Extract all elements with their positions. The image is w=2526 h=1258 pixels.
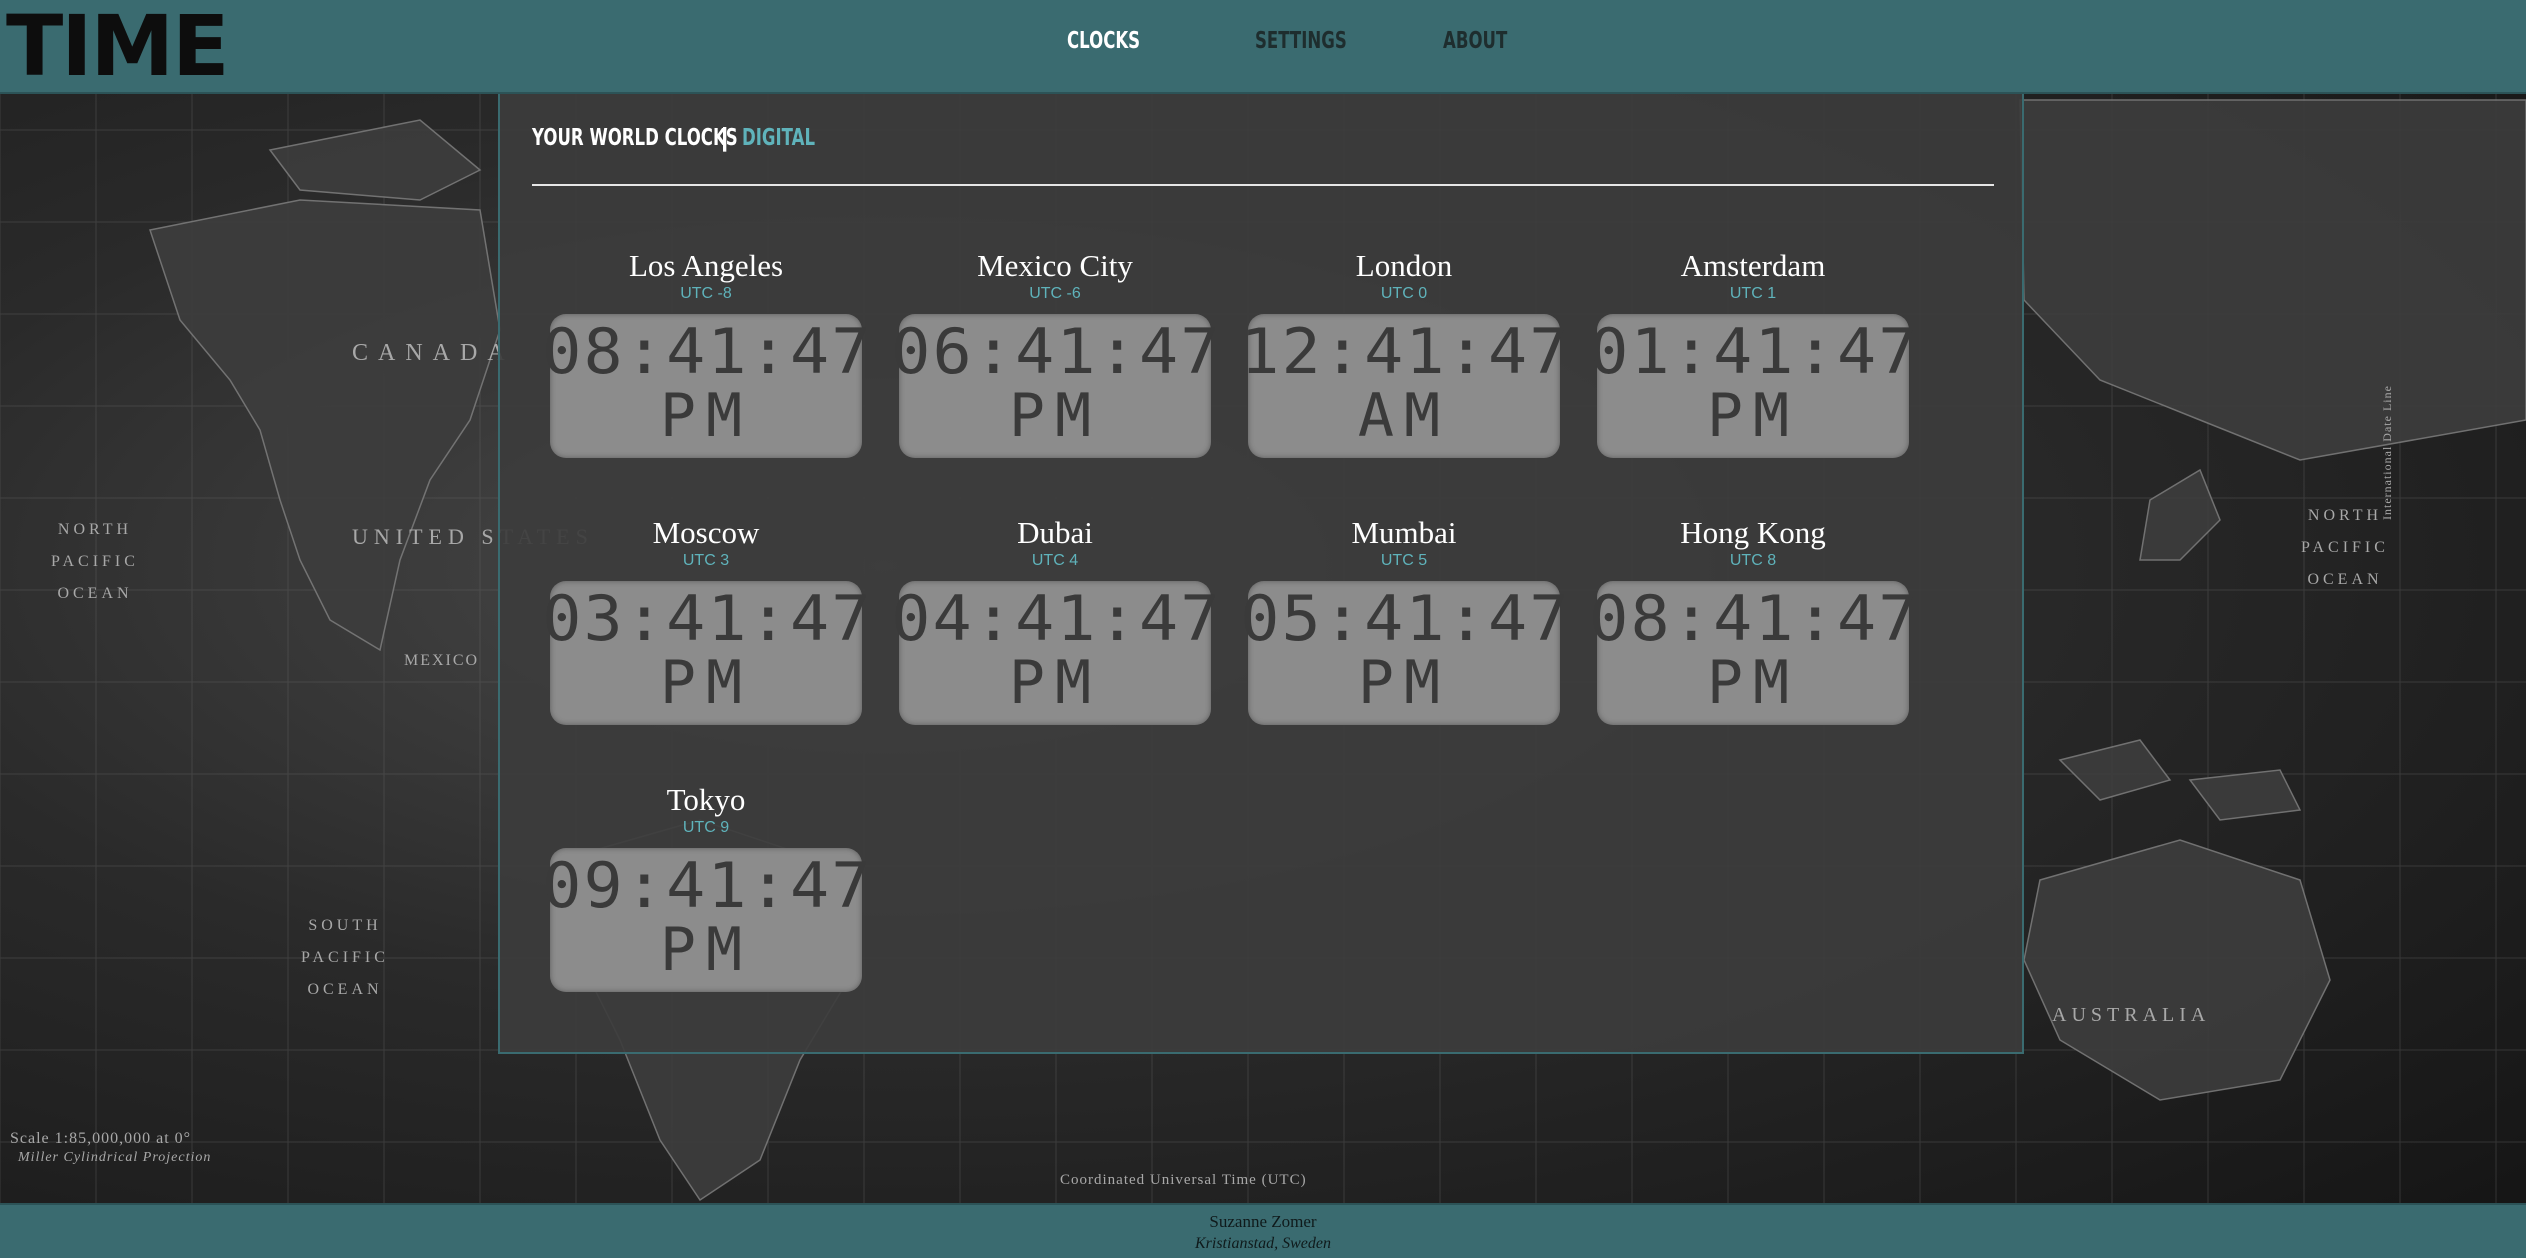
clock-ampm: PM bbox=[659, 915, 753, 985]
app-logo[interactable]: TIME bbox=[6, 4, 230, 88]
clock-city: Amsterdam bbox=[1680, 248, 1826, 283]
clock-card-hong-kong: Hong Kong UTC 8 08:41:47 PM bbox=[1589, 515, 1917, 725]
clock-utc-offset: UTC 0 bbox=[1380, 285, 1428, 302]
panel-header: YOUR WORLD CLOCKS | DIGITAL bbox=[532, 122, 844, 153]
map-label-mexico: MEXICO bbox=[404, 652, 480, 669]
map-scale: Scale 1:85,000,000 at 0° bbox=[10, 1130, 192, 1147]
clock-city: Hong Kong bbox=[1680, 515, 1826, 550]
map-date-line: International Date Line bbox=[2380, 385, 2394, 520]
clock-utc-offset: UTC 4 bbox=[1031, 552, 1079, 569]
display-mode-toggle[interactable]: DIGITAL bbox=[742, 125, 815, 151]
page-footer: Suzanne Zomer Kristianstad, Sweden bbox=[0, 1203, 2526, 1258]
map-label-south-pacific: SOUTH PACIFIC OCEAN bbox=[301, 917, 389, 998]
clock-utc-offset: UTC 1 bbox=[1729, 285, 1777, 302]
clock-card-london: London UTC 0 12:41:47 AM bbox=[1240, 248, 1568, 458]
clock-time: 08:41:47 bbox=[542, 315, 873, 388]
digital-clock-face: 06:41:47 PM bbox=[891, 314, 1219, 458]
world-clocks-panel: YOUR WORLD CLOCKS | DIGITAL Los Angeles … bbox=[498, 94, 2024, 1054]
panel-title: YOUR WORLD CLOCKS bbox=[532, 124, 738, 151]
nav-about[interactable]: ABOUT bbox=[1443, 28, 1515, 54]
map-label-canada: CANADA bbox=[352, 340, 515, 366]
clock-time: 04:41:47 bbox=[891, 582, 1222, 655]
map-label-north-pacific-left: NORTH PACIFIC OCEAN bbox=[51, 521, 139, 602]
clock-city: London bbox=[1355, 248, 1453, 283]
digital-clock-face: 08:41:47 PM bbox=[542, 314, 870, 458]
digital-clock-face: 12:41:47 AM bbox=[1240, 314, 1568, 458]
clock-utc-offset: UTC 8 bbox=[1729, 552, 1777, 569]
clock-ampm: PM bbox=[1008, 648, 1102, 718]
clock-card-los-angeles: Los Angeles UTC -8 08:41:47 PM bbox=[542, 248, 870, 458]
clock-time: 03:41:47 bbox=[542, 582, 873, 655]
clock-city: Mumbai bbox=[1351, 515, 1457, 550]
panel-divider bbox=[532, 184, 1994, 186]
clock-card-tokyo: Tokyo UTC 9 09:41:47 PM bbox=[542, 782, 870, 992]
footer-location: Kristianstad, Sweden bbox=[1194, 1235, 1331, 1252]
digital-clock-face: 08:41:47 PM bbox=[1589, 581, 1917, 725]
footer-author: Suzanne Zomer bbox=[1209, 1212, 1317, 1231]
clock-time: 01:41:47 bbox=[1589, 315, 1920, 388]
main-nav: CLOCKS SETTINGS ABOUT bbox=[1067, 28, 1631, 54]
clock-time: 05:41:47 bbox=[1240, 582, 1571, 655]
digital-clock-face: 05:41:47 PM bbox=[1240, 581, 1568, 725]
digital-clock-face: 04:41:47 PM bbox=[891, 581, 1219, 725]
nav-settings[interactable]: SETTINGS bbox=[1255, 28, 1347, 54]
map-coordinated: Coordinated Universal Time (UTC) bbox=[1060, 1172, 1307, 1188]
clock-utc-offset: UTC -6 bbox=[1029, 285, 1081, 302]
clock-city: Los Angeles bbox=[628, 248, 784, 283]
nav-clocks[interactable]: CLOCKS bbox=[1067, 28, 1140, 54]
clock-city: Dubai bbox=[1017, 515, 1093, 550]
map-label-north-pacific-right: NORTH PACIFIC OCEAN bbox=[2301, 507, 2389, 588]
clock-card-moscow: Moscow UTC 3 03:41:47 PM bbox=[542, 515, 870, 725]
clock-card-mumbai: Mumbai UTC 5 05:41:47 PM bbox=[1240, 515, 1568, 725]
clock-ampm: PM bbox=[1008, 381, 1102, 451]
clock-utc-offset: UTC 3 bbox=[682, 552, 730, 569]
clock-utc-offset: UTC 9 bbox=[682, 819, 730, 836]
digital-clock-face: 03:41:47 PM bbox=[542, 581, 870, 725]
clock-card-dubai: Dubai UTC 4 04:41:47 PM bbox=[891, 515, 1219, 725]
map-label-australia: AUSTRALIA bbox=[2052, 1004, 2211, 1026]
clock-ampm: PM bbox=[1357, 648, 1451, 718]
clock-time: 09:41:47 bbox=[542, 849, 873, 922]
clock-ampm: PM bbox=[1706, 648, 1800, 718]
clock-time: 12:41:47 bbox=[1240, 315, 1571, 388]
clock-utc-offset: UTC 5 bbox=[1380, 552, 1428, 569]
digital-clock-face: 01:41:47 PM bbox=[1589, 314, 1917, 458]
clock-city: Moscow bbox=[652, 515, 760, 550]
clock-card-mexico-city: Mexico City UTC -6 06:41:47 PM bbox=[891, 248, 1219, 458]
digital-clock-face: 09:41:47 PM bbox=[542, 848, 870, 992]
clock-ampm: PM bbox=[1706, 381, 1800, 451]
top-header: TIME CLOCKS SETTINGS ABOUT bbox=[0, 0, 2526, 94]
clock-ampm: PM bbox=[659, 381, 753, 451]
map-projection: Miller Cylindrical Projection bbox=[18, 1150, 212, 1165]
clock-time: 06:41:47 bbox=[891, 315, 1222, 388]
clock-ampm: AM bbox=[1357, 381, 1451, 451]
clock-city: Mexico City bbox=[977, 248, 1133, 283]
clock-ampm: PM bbox=[659, 648, 753, 718]
clock-time: 08:41:47 bbox=[1589, 582, 1920, 655]
clock-city: Tokyo bbox=[666, 782, 746, 817]
clock-card-amsterdam: Amsterdam UTC 1 01:41:47 PM bbox=[1589, 248, 1917, 458]
clock-utc-offset: UTC -8 bbox=[680, 285, 732, 302]
